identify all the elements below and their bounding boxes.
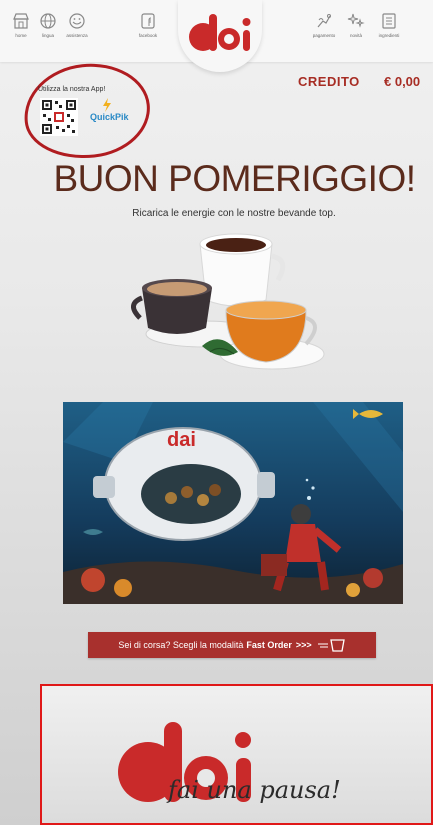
app-promo-label: Utilizza la nostra App! (38, 86, 106, 93)
nav-facebook-label: facebook (138, 33, 158, 38)
nav-news[interactable]: novità (341, 12, 371, 38)
qr-code-icon[interactable] (40, 98, 78, 136)
dai-brand-logo: fai una pausa! (118, 722, 341, 804)
takeaway-cup-icon (317, 639, 345, 652)
quickpik-bolt-icon (103, 98, 111, 112)
payment-icon (317, 14, 331, 28)
nav-facebook[interactable]: facebook (133, 12, 163, 38)
globe-icon (40, 13, 56, 29)
brand-tagline: fai una pausa! (166, 776, 341, 804)
nav-support[interactable]: assistenza (62, 12, 92, 38)
greeting-subtitle: Ricarica le energie con le nostre bevand… (132, 208, 336, 219)
nav-news-label: novità (349, 33, 362, 38)
nav-language-label: lingua (41, 33, 54, 38)
fast-order-highlight: Fast Order (246, 640, 292, 650)
nav-language[interactable]: lingua (33, 12, 63, 38)
kiosk-screen: home lingua assistenza facebook pagament… (0, 0, 433, 825)
credit-value: € 0,00 (384, 74, 421, 89)
ingredients-icon (382, 13, 396, 29)
hero-brand-logo: dai (167, 429, 196, 451)
nav-ingredients[interactable]: ingredienti (374, 12, 404, 38)
underwater-scene-image: dai (63, 402, 403, 604)
support-icon (69, 13, 85, 29)
hot-drinks-image (131, 233, 325, 370)
greeting-title: BUON POMERIGGIO! (53, 158, 416, 199)
nav-home-label: home (15, 33, 27, 38)
nav-home[interactable]: home (6, 12, 36, 38)
nav-payment[interactable]: pagamento (309, 12, 339, 38)
fast-order-prefix: Sei di corsa? Scegli la modalità (118, 640, 244, 650)
dai-logo-icon (189, 14, 251, 51)
quickpik-app-name: QuickPik (90, 112, 129, 122)
credit-label: CREDITO (298, 74, 360, 89)
app-promo[interactable]: Utilizza la nostra App! QuickPik (19, 57, 155, 165)
sparkle-icon (347, 13, 365, 28)
fast-order-button[interactable]: Sei di corsa? Scegli la modalità Fast Or… (88, 632, 376, 658)
shop-icon (13, 13, 29, 29)
nav-payment-label: pagamento (312, 33, 336, 38)
nav-ingredients-label: ingredienti (378, 33, 400, 38)
footer-brand-banner: fai una pausa! (40, 684, 433, 825)
nav-support-label: assistenza (66, 33, 88, 38)
fast-order-chevrons: >>> (295, 640, 312, 650)
promo-hero-image[interactable]: dai (63, 402, 403, 604)
facebook-icon (141, 13, 155, 29)
